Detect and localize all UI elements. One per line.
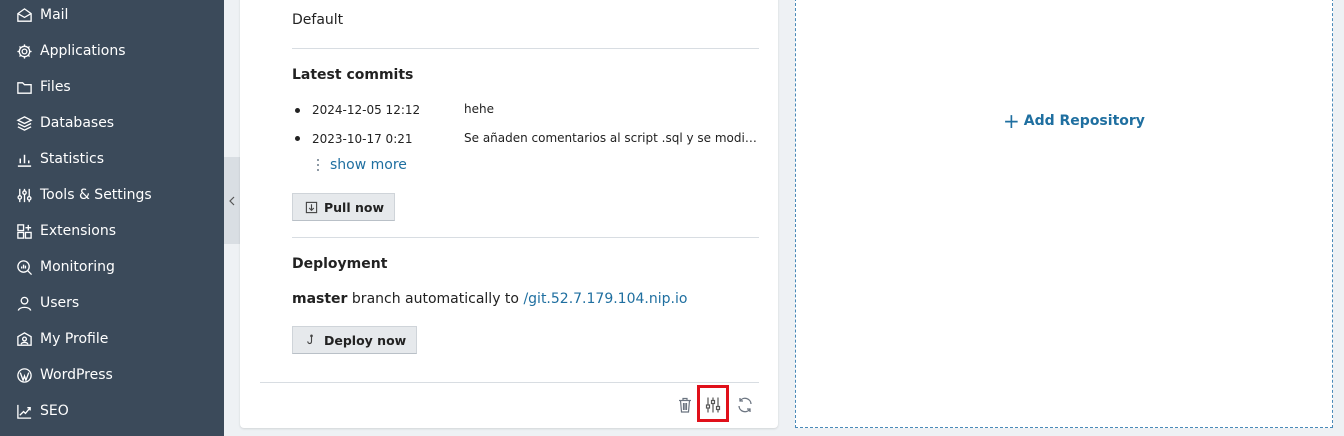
repository-card: Default Latest commits 2024-12-05 12:12 … (240, 0, 778, 428)
sidebar-item-label: Files (40, 79, 71, 95)
wordpress-icon (15, 366, 33, 384)
sidebar-item-statistics[interactable]: Statistics (0, 141, 224, 177)
commit-date: 2024-12-05 12:12 (312, 103, 421, 117)
bar-chart-icon (15, 150, 33, 168)
sidebar-item-seo[interactable]: SEO (0, 393, 224, 429)
sidebar-item-label: Applications (40, 43, 126, 59)
sidebar-item-label: Mail (40, 7, 69, 23)
divider (292, 48, 759, 49)
deployment-title: Deployment (292, 256, 388, 272)
pull-now-label: Pull now (324, 199, 385, 215)
sidebar-item-label: Statistics (40, 151, 104, 167)
sidebar-item-label: Extensions (40, 223, 117, 239)
deploy-now-button[interactable]: Deploy now (292, 326, 418, 354)
sidebar-item-label: Monitoring (40, 259, 115, 275)
commit-message: Se añaden comentarios al script .sql y s… (464, 131, 760, 145)
sidebar-item-extensions[interactable]: Extensions (0, 213, 224, 249)
commit-message: hehe (464, 102, 494, 116)
sidebar-item-label: Databases (40, 115, 115, 131)
divider (260, 382, 759, 383)
vertical-dots-icon (317, 159, 319, 171)
show-more-link[interactable]: show more (316, 157, 407, 173)
folder-icon (15, 78, 33, 96)
seo-chart-icon (15, 402, 33, 420)
sidebar-item-wordpress[interactable]: WordPress (0, 357, 224, 393)
highlight-box (697, 385, 729, 422)
sidebar-item-users[interactable]: Users (0, 285, 224, 321)
mail-icon (15, 6, 33, 24)
latest-commits-title: Latest commits (292, 67, 414, 83)
deployment-text: branch automatically to (351, 291, 519, 307)
sidebar-item-label: WordPress (40, 367, 113, 383)
sidebar-collapse-button[interactable] (224, 157, 240, 244)
list-bullet (295, 136, 300, 141)
list-bullet (295, 108, 300, 113)
deployment-path-link[interactable]: /git.52.7.179.104.nip.io (523, 291, 687, 307)
sidebar-item-label: SEO (40, 403, 69, 419)
download-icon (305, 201, 318, 213)
profile-icon (15, 330, 33, 348)
refresh-icon[interactable] (734, 394, 756, 416)
sidebar-item-label: My Profile (40, 331, 109, 347)
sidebar-item-applications[interactable]: Applications (0, 33, 224, 69)
sidebar-item-monitoring[interactable]: Monitoring (0, 249, 224, 285)
deployment-description: master branch automatically to /git.52.7… (292, 291, 687, 307)
commit-date: 2023-10-17 0:21 (312, 132, 413, 146)
add-repository-label: Add Repository (1023, 113, 1145, 129)
puzzle-icon (15, 222, 33, 240)
sidebar-item-mail[interactable]: Mail (0, 0, 224, 33)
layers-icon (15, 114, 33, 132)
sidebar: Mail Applications Files Databases Statis… (0, 0, 224, 436)
deployment-branch: master (292, 291, 348, 307)
sidebar-item-label: Tools & Settings (40, 187, 152, 203)
deploy-now-label: Deploy now (324, 332, 407, 348)
sidebar-item-files[interactable]: Files (0, 69, 224, 105)
branch-value: Default (292, 12, 344, 28)
trash-icon[interactable] (674, 394, 696, 416)
add-repository-button[interactable]: + Add Repository (1003, 109, 1145, 133)
gear-icon (15, 42, 33, 60)
sidebar-item-label: Users (40, 295, 80, 311)
sidebar-item-my-profile[interactable]: My Profile (0, 321, 224, 357)
pull-now-button[interactable]: Pull now (292, 193, 396, 221)
sliders-icon (15, 186, 33, 204)
plus-icon: + (1003, 109, 1020, 133)
chevron-left-icon (229, 196, 235, 205)
deploy-hook-icon (307, 334, 313, 344)
add-repository-panel[interactable] (795, 0, 1333, 428)
divider (292, 237, 759, 238)
show-more-label: show more (330, 157, 407, 173)
magnifier-icon (15, 258, 33, 276)
user-icon (15, 294, 33, 312)
sidebar-item-databases[interactable]: Databases (0, 105, 224, 141)
sidebar-item-tools-settings[interactable]: Tools & Settings (0, 177, 224, 213)
